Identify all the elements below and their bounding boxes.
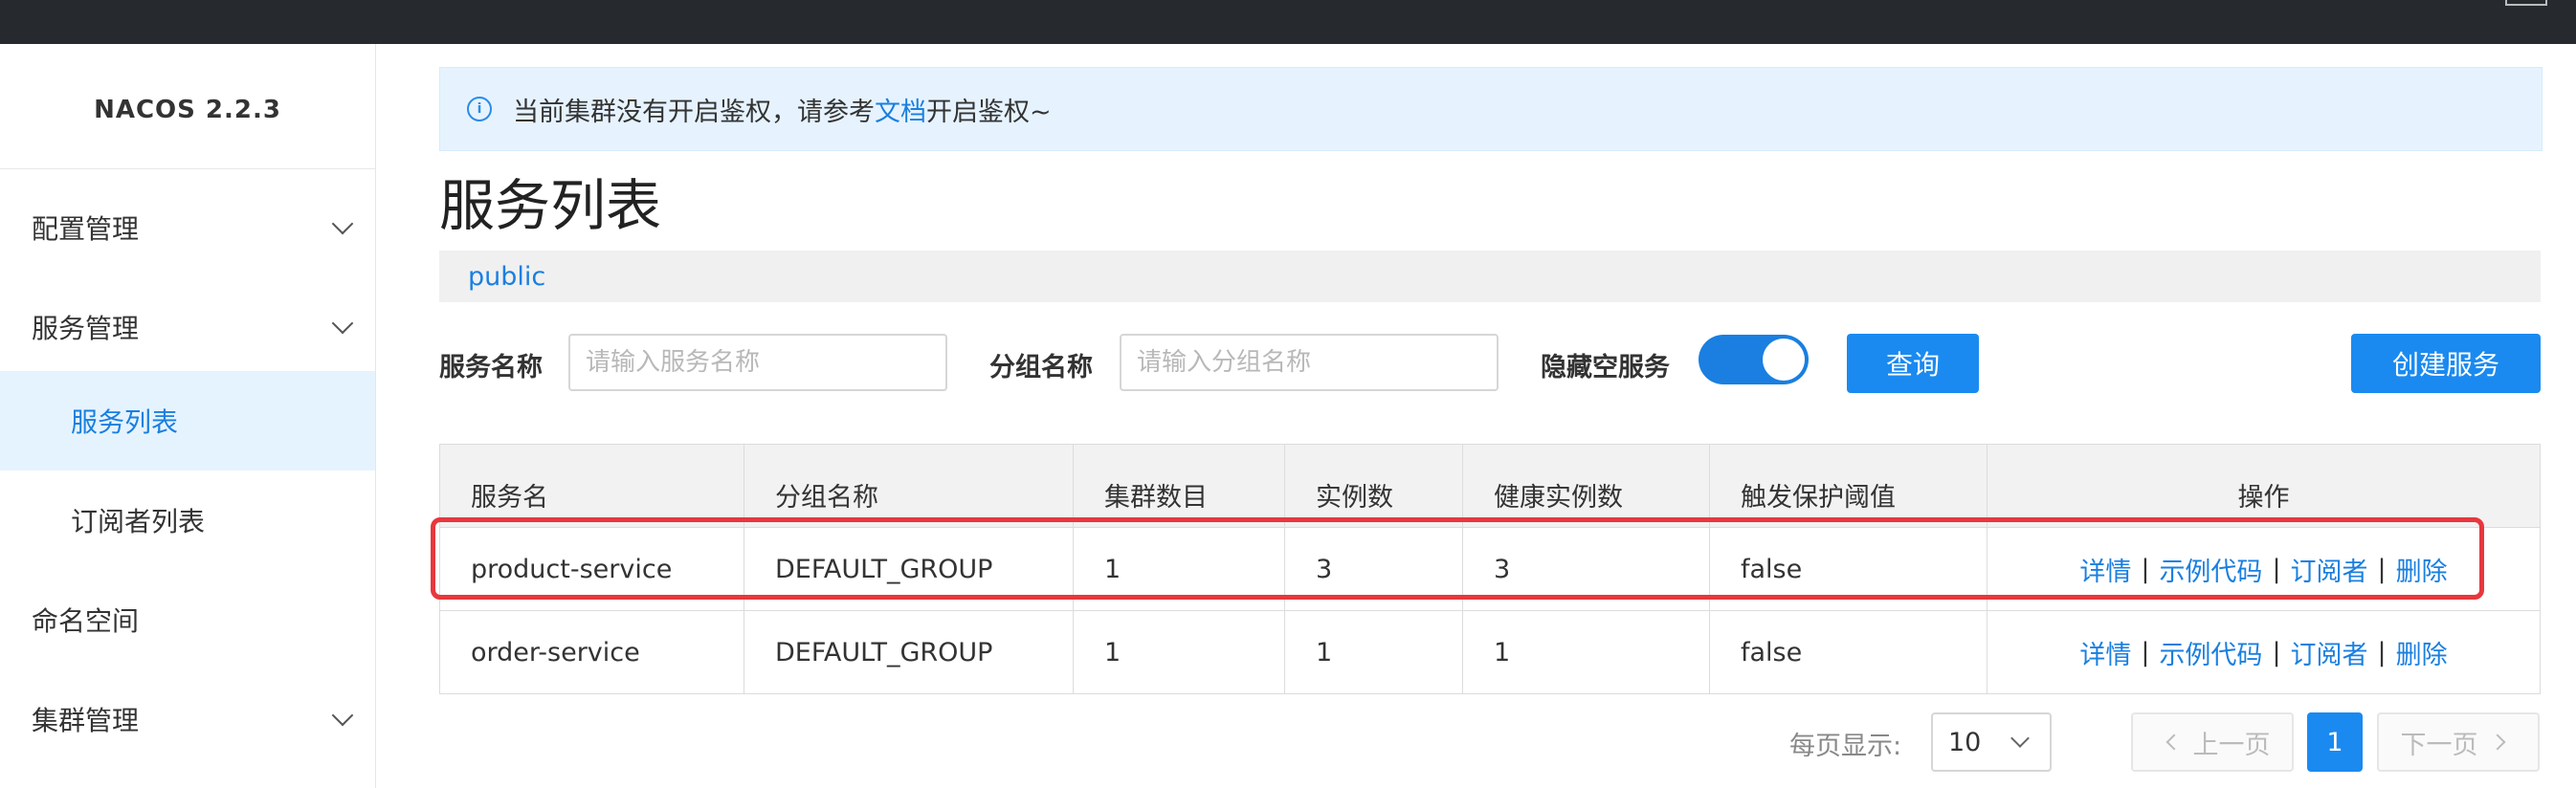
sidebar-item-subscriber-list[interactable]: 订阅者列表 xyxy=(0,471,375,570)
chevron-down-icon xyxy=(331,704,354,727)
table-row: order-service DEFAULT_GROUP 1 1 1 false … xyxy=(440,611,2540,693)
column-header: 操作 xyxy=(2237,482,2290,513)
docs-link[interactable]: 文档 xyxy=(875,98,926,127)
window-control-icon[interactable] xyxy=(2505,0,2547,6)
threshold-cell: false xyxy=(1710,528,1988,610)
separator: | xyxy=(2141,637,2150,668)
chevron-left-icon xyxy=(2165,733,2182,751)
page-size-label: 每页显示: xyxy=(1789,732,1902,761)
cluster-count-cell: 1 xyxy=(1074,611,1285,693)
detail-link[interactable]: 详情 xyxy=(2079,551,2131,588)
separator: | xyxy=(2141,554,2150,584)
sidebar-item-label: 配置管理 xyxy=(32,213,140,245)
table-row: product-service DEFAULT_GROUP 1 3 3 fals… xyxy=(440,528,2540,611)
sample-code-link[interactable]: 示例代码 xyxy=(2159,551,2262,588)
sidebar-item-cluster-management[interactable]: 集群管理 xyxy=(0,669,375,769)
subscribers-link[interactable]: 订阅者 xyxy=(2291,551,2368,588)
sidebar-item-label: 命名空间 xyxy=(32,605,140,637)
create-service-button[interactable]: 创建服务 xyxy=(2351,334,2541,393)
healthy-count-cell: 1 xyxy=(1463,611,1710,693)
service-name-cell: order-service xyxy=(440,611,744,693)
cluster-count-cell: 1 xyxy=(1074,528,1285,610)
sidebar-item-config-management[interactable]: 配置管理 xyxy=(0,178,375,277)
alert-text: 当前集群没有开启鉴权，请参考文档开启鉴权~ xyxy=(513,91,1052,128)
actions-cell: 详情 | 示例代码 | 订阅者 | 删除 xyxy=(1988,528,2540,610)
service-name-cell: product-service xyxy=(440,528,744,610)
group-name-cell: DEFAULT_GROUP xyxy=(744,611,1074,693)
separator: | xyxy=(2377,637,2387,668)
hide-empty-label: 隐藏空服务 xyxy=(1541,353,1670,383)
prev-page-button[interactable]: 上一页 xyxy=(2131,712,2294,772)
query-button[interactable]: 查询 xyxy=(1847,334,1979,393)
chevron-down-icon xyxy=(331,312,354,335)
alert-text-before: 当前集群没有开启鉴权，请参考 xyxy=(513,97,875,127)
sidebar-item-label: 集群管理 xyxy=(32,705,140,736)
column-header: 集群数目 xyxy=(1074,445,1285,527)
table-header-row: 服务名 分组名称 集群数目 实例数 健康实例数 触发保护阈值 操作 xyxy=(440,445,2540,528)
column-header: 服务名 xyxy=(440,445,744,527)
column-header: 分组名称 xyxy=(744,445,1074,527)
actions-cell: 详情 | 示例代码 | 订阅者 | 删除 xyxy=(1988,611,2540,693)
sidebar-item-service-management[interactable]: 服务管理 xyxy=(0,277,375,377)
instance-count-cell: 1 xyxy=(1285,611,1463,693)
top-bar xyxy=(0,0,2576,44)
sidebar-item-label: 订阅者列表 xyxy=(71,506,206,537)
subscribers-link[interactable]: 订阅者 xyxy=(2291,634,2368,671)
auth-alert: i 当前集群没有开启鉴权，请参考文档开启鉴权~ xyxy=(439,67,2543,151)
column-header: 触发保护阈值 xyxy=(1710,445,1988,527)
alert-text-after: 开启鉴权~ xyxy=(926,97,1052,127)
separator: | xyxy=(2377,554,2387,584)
page-size-select[interactable]: 10 xyxy=(1931,712,2052,772)
next-label: 下一页 xyxy=(2400,730,2478,760)
page-1-button[interactable]: 1 xyxy=(2307,712,2363,772)
namespace-public[interactable]: public xyxy=(468,262,545,292)
detail-link[interactable]: 详情 xyxy=(2079,634,2131,671)
toggle-knob xyxy=(1763,339,1805,381)
sample-code-link[interactable]: 示例代码 xyxy=(2159,634,2262,671)
column-header: 实例数 xyxy=(1285,445,1463,527)
threshold-cell: false xyxy=(1710,611,1988,693)
service-name-label: 服务名称 xyxy=(439,353,543,383)
delete-link[interactable]: 删除 xyxy=(2396,634,2448,671)
hide-empty-toggle[interactable] xyxy=(1699,335,1809,384)
group-name-input[interactable] xyxy=(1120,334,1499,391)
sidebar: NACOS 2.2.3 配置管理 服务管理 服务列表 订阅者列表 命名空间 集群… xyxy=(0,44,376,788)
next-page-button[interactable]: 下一页 xyxy=(2377,712,2540,772)
group-name-label: 分组名称 xyxy=(989,353,1093,383)
sidebar-item-namespace[interactable]: 命名空间 xyxy=(0,570,375,669)
chevron-right-icon xyxy=(2489,733,2505,751)
group-name-cell: DEFAULT_GROUP xyxy=(744,528,1074,610)
service-name-input[interactable] xyxy=(568,334,947,391)
instance-count-cell: 3 xyxy=(1285,528,1463,610)
separator: | xyxy=(2272,554,2281,584)
chevron-down-icon xyxy=(2010,729,2030,748)
sidebar-item-label: 服务列表 xyxy=(71,406,179,438)
service-table: 服务名 分组名称 集群数目 实例数 健康实例数 触发保护阈值 操作 produc… xyxy=(439,444,2541,694)
chevron-down-icon xyxy=(331,212,354,235)
column-header: 健康实例数 xyxy=(1463,445,1710,527)
page-size-value: 10 xyxy=(1948,727,1982,757)
separator: | xyxy=(2272,637,2281,668)
brand-title: NACOS 2.2.3 xyxy=(94,96,281,124)
healthy-count-cell: 3 xyxy=(1463,528,1710,610)
page-title: 服务列表 xyxy=(439,173,662,238)
prev-label: 上一页 xyxy=(2192,730,2271,760)
sidebar-item-service-list[interactable]: 服务列表 xyxy=(0,371,375,471)
divider xyxy=(0,168,375,169)
sidebar-item-label: 服务管理 xyxy=(32,313,140,344)
info-icon: i xyxy=(467,97,492,121)
delete-link[interactable]: 删除 xyxy=(2396,551,2448,588)
namespace-bar: public xyxy=(439,251,2541,302)
